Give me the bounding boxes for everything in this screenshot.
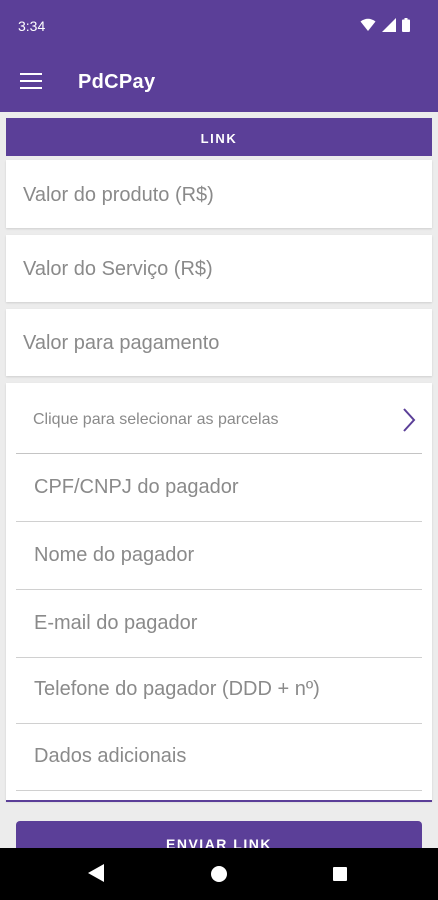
payer-phone-field[interactable]: Telefone do pagador (DDD + nº)	[16, 656, 422, 724]
card-divider	[6, 800, 432, 802]
additional-data-hint: Dados adicionais	[34, 745, 187, 767]
payer-form-card: Clique para selecionar as parcelas CPF/C…	[6, 383, 432, 802]
cell-signal-icon	[382, 18, 396, 32]
payer-email-hint: E-mail do pagador	[34, 612, 198, 634]
recent-apps-icon[interactable]	[333, 867, 347, 881]
home-icon[interactable]	[211, 866, 227, 882]
produto-value-field[interactable]: Valor do produto (R$)	[6, 160, 432, 228]
installments-selector[interactable]: Clique para selecionar as parcelas	[16, 383, 422, 454]
servico-value-hint: Valor do Serviço (R$)	[23, 258, 213, 280]
payer-name-hint: Nome do pagador	[34, 544, 195, 566]
menu-icon[interactable]	[20, 73, 42, 91]
app-title: PdCPay	[78, 71, 156, 93]
payer-email-field[interactable]: E-mail do pagador	[16, 590, 422, 658]
status-icons	[360, 18, 410, 32]
back-icon[interactable]	[88, 864, 104, 882]
wifi-icon	[360, 18, 376, 31]
pagamento-value-field[interactable]: Valor para pagamento	[6, 309, 432, 376]
chevron-right-icon	[403, 408, 416, 432]
status-time: 3:34	[18, 18, 46, 34]
payer-phone-hint: Telefone do pagador (DDD + nº)	[34, 678, 320, 700]
tab-link[interactable]: LINK	[6, 118, 432, 156]
installments-label: Clique para selecionar as parcelas	[33, 411, 279, 428]
cpf-cnpj-field[interactable]: CPF/CNPJ do pagador	[16, 454, 422, 522]
additional-data-field[interactable]: Dados adicionais	[16, 723, 422, 791]
system-nav-bar	[0, 848, 438, 900]
status-bar: 3:34	[0, 0, 438, 56]
battery-icon	[402, 18, 410, 32]
pagamento-value-hint: Valor para pagamento	[23, 332, 220, 354]
app-bar: PdCPay	[0, 56, 438, 112]
payer-name-field[interactable]: Nome do pagador	[16, 522, 422, 590]
servico-value-field[interactable]: Valor do Serviço (R$)	[6, 235, 432, 302]
cpf-cnpj-hint: CPF/CNPJ do pagador	[34, 476, 239, 498]
tab-link-label: LINK	[200, 131, 238, 146]
produto-value-hint: Valor do produto (R$)	[23, 184, 214, 206]
